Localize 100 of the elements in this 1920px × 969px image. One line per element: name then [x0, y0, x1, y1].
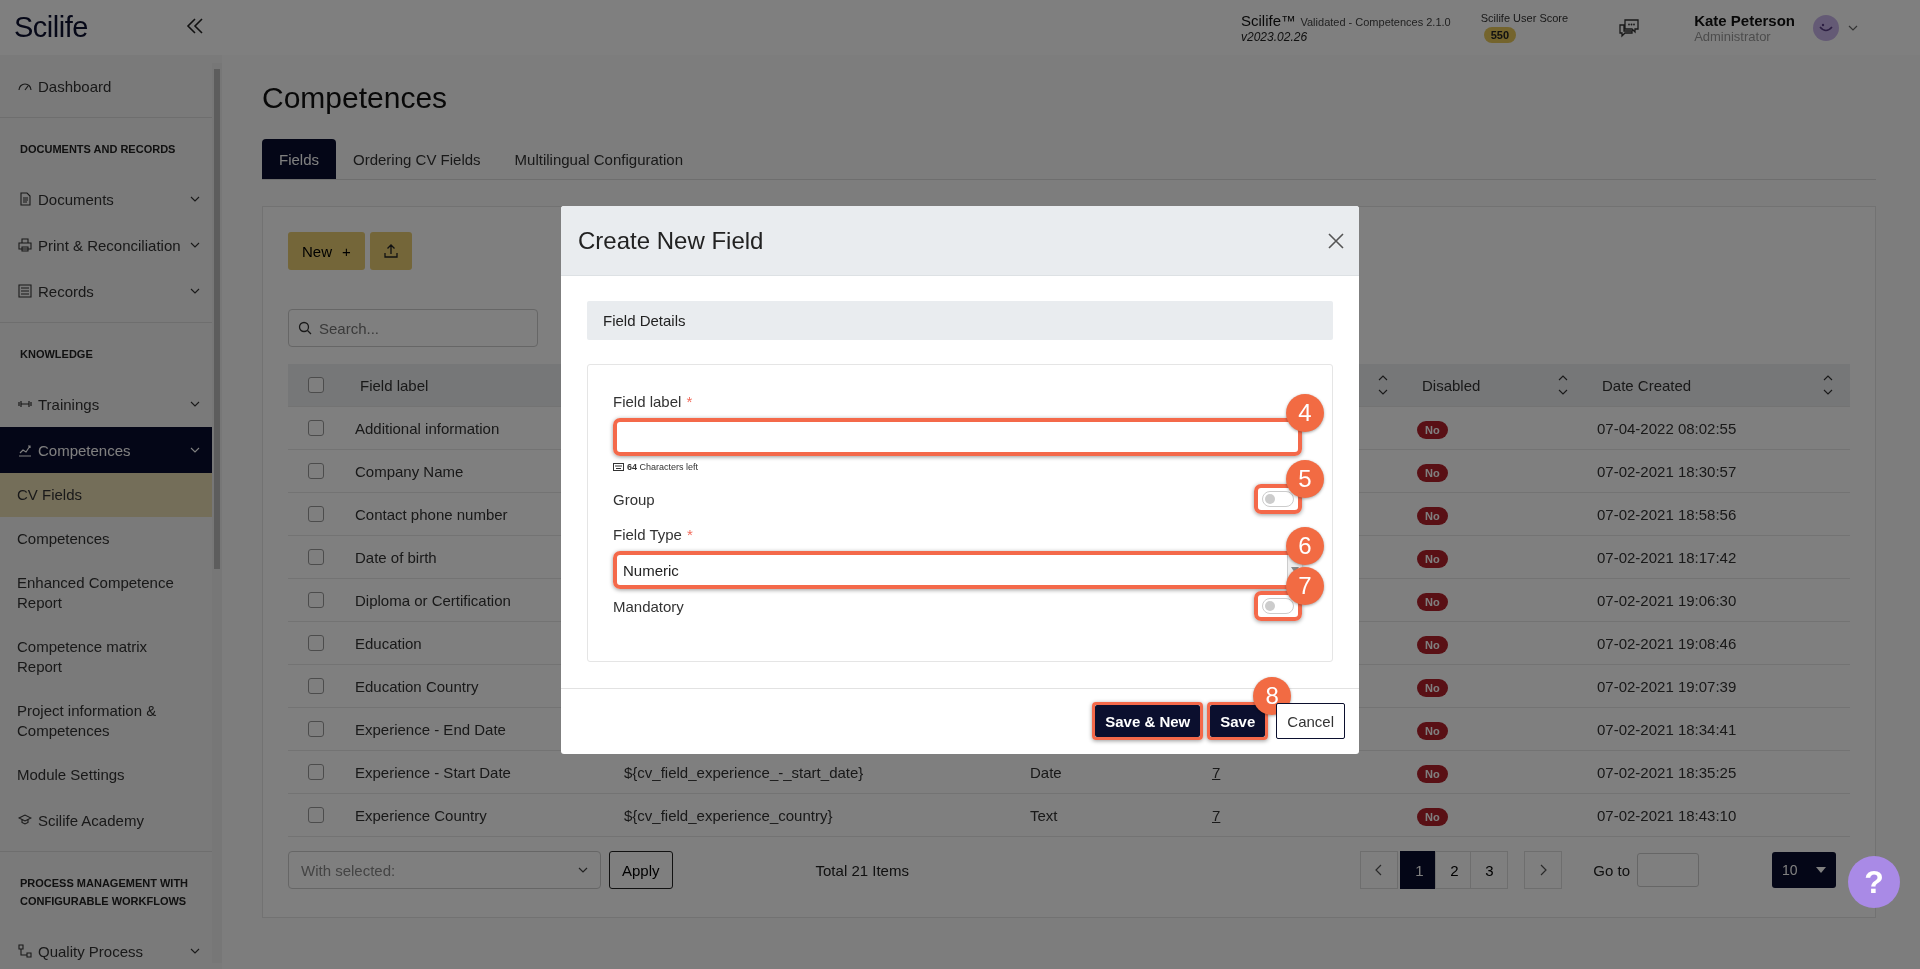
checkbox[interactable] — [307, 377, 324, 393]
collapse-icon[interactable] — [186, 16, 204, 35]
page-size-select[interactable]: 10 — [1772, 852, 1836, 888]
section-heading: PROCESS MANAGEMENT WITH CONFIGURABLE WORKFLOWS — [20, 876, 190, 909]
checkbox[interactable] — [307, 549, 324, 565]
checkbox[interactable] — [307, 592, 324, 608]
printer-icon — [18, 238, 32, 252]
table-cell: Education — [355, 634, 422, 652]
dialog-button[interactable]: Cancel — [1276, 703, 1345, 739]
callout-badge: 4 — [1286, 394, 1324, 432]
chevron-icon — [190, 401, 200, 407]
upload-button[interactable] — [369, 232, 412, 270]
search-field[interactable]: Search... — [288, 309, 538, 347]
status-badge: No — [1417, 721, 1448, 740]
next-page-button[interactable] — [1524, 851, 1563, 889]
callout-badge: 6 — [1286, 527, 1324, 565]
table-cell: Text — [1030, 806, 1058, 824]
table-cell: 07-04-2022 08:02:55 — [1597, 419, 1737, 437]
table-cell: Education Country — [355, 677, 479, 695]
dialog-button[interactable]: Save — [1210, 705, 1266, 737]
tab[interactable]: Multilingual Configuration — [497, 139, 700, 179]
upload-icon — [382, 243, 399, 259]
table-cell: Diploma or Certification — [355, 591, 511, 609]
score-label: Scilife User Score — [1480, 12, 1569, 24]
chevron-left-icon — [1375, 864, 1384, 876]
status-badge: No — [1417, 764, 1448, 783]
chart-icon — [18, 443, 32, 457]
checkbox[interactable] — [307, 678, 324, 694]
tab[interactable]: Fields — [262, 139, 336, 179]
table-cell: ${cv_field_experience_country} — [624, 806, 833, 824]
toggle-switch[interactable] — [1262, 598, 1294, 614]
column-header: Date Created — [1602, 376, 1692, 394]
total-count: Total 21 Items — [815, 861, 909, 879]
graduation-cap-icon — [18, 813, 32, 827]
field-label: Mandatory — [613, 597, 684, 615]
checkbox[interactable] — [307, 807, 324, 823]
toggle-switch[interactable] — [1262, 491, 1294, 507]
chevron-icon — [190, 288, 200, 294]
logo[interactable]: Scilife — [14, 11, 88, 44]
dialog-button[interactable]: Save & New — [1095, 705, 1201, 737]
status-badge: No — [1417, 463, 1448, 482]
chevron-icon — [190, 447, 200, 453]
new-button[interactable]: New + — [288, 232, 365, 270]
records-icon — [18, 284, 32, 298]
status-badge: No — [1417, 678, 1448, 697]
column-header: Disabled — [1422, 376, 1481, 394]
page-title: Competences — [262, 81, 449, 115]
status-badge: No — [1417, 635, 1448, 654]
caret-icon[interactable] — [1848, 24, 1858, 31]
count-link[interactable]: 7 — [1212, 763, 1221, 781]
go-to-label: Go to — [1593, 861, 1630, 879]
section-heading: KNOWLEDGE — [20, 347, 94, 362]
callout-badge: 5 — [1286, 460, 1324, 498]
checkbox[interactable] — [307, 721, 324, 737]
count-link[interactable]: 7 — [1212, 806, 1221, 824]
workflow-icon — [18, 944, 32, 958]
sort-icon[interactable] — [1823, 374, 1833, 396]
product-name: Scilife™ — [1241, 11, 1297, 29]
status-badge: No — [1417, 506, 1448, 525]
page-input[interactable] — [1637, 853, 1699, 887]
character-counter: 64 Characters left — [627, 462, 699, 472]
table-cell: ${cv_field_experience_-_start_date} — [624, 763, 864, 781]
table-cell: Experience - End Date — [355, 720, 506, 738]
document-icon — [18, 192, 32, 206]
table-cell: Date of birth — [355, 548, 437, 566]
page-button[interactable]: 3 — [1470, 851, 1509, 889]
table-cell: 07-02-2021 19:08:46 — [1597, 634, 1737, 652]
help-button[interactable]: ? — [1848, 856, 1900, 908]
table-cell: 07-02-2021 18:43:10 — [1597, 806, 1737, 824]
checkbox[interactable] — [307, 764, 324, 780]
keyboard-icon — [613, 463, 624, 471]
required-mark: * — [686, 526, 693, 543]
table-cell: 07-02-2021 18:30:57 — [1597, 462, 1737, 480]
table-cell: 07-02-2021 18:58:56 — [1597, 505, 1737, 523]
checkbox[interactable] — [307, 635, 324, 651]
sort-icon[interactable] — [1558, 374, 1568, 396]
status-badge: No — [1417, 807, 1448, 826]
section-title: Field Details — [603, 312, 686, 329]
table-cell: 07-02-2021 18:35:25 — [1597, 763, 1737, 781]
bulk-action-select[interactable]: With selected: — [288, 851, 601, 889]
checkbox[interactable] — [307, 506, 324, 522]
nav-item[interactable]: Quality Process — [0, 928, 222, 969]
triangle-down-icon — [1816, 867, 1826, 873]
close-icon[interactable] — [1327, 231, 1345, 250]
tab[interactable]: Ordering CV Fields — [336, 139, 498, 179]
status-badge: No — [1417, 420, 1448, 439]
required-mark: * — [686, 393, 693, 410]
apply-button[interactable]: Apply — [609, 851, 673, 889]
dialog-title: Create New Field — [578, 226, 764, 255]
status-badge: No — [1417, 549, 1448, 568]
avatar-icon[interactable] — [1813, 14, 1839, 41]
table-cell: 07-02-2021 19:06:30 — [1597, 591, 1737, 609]
previous-page-button[interactable] — [1360, 851, 1399, 889]
checkbox[interactable] — [307, 463, 324, 479]
version-label: v2023.02.26 — [1241, 29, 1309, 44]
status-badge: No — [1417, 592, 1448, 611]
chat-icon[interactable] — [1618, 17, 1641, 38]
chevron-right-icon — [1539, 864, 1548, 876]
sort-icon[interactable] — [1378, 374, 1388, 396]
checkbox[interactable] — [307, 420, 324, 436]
